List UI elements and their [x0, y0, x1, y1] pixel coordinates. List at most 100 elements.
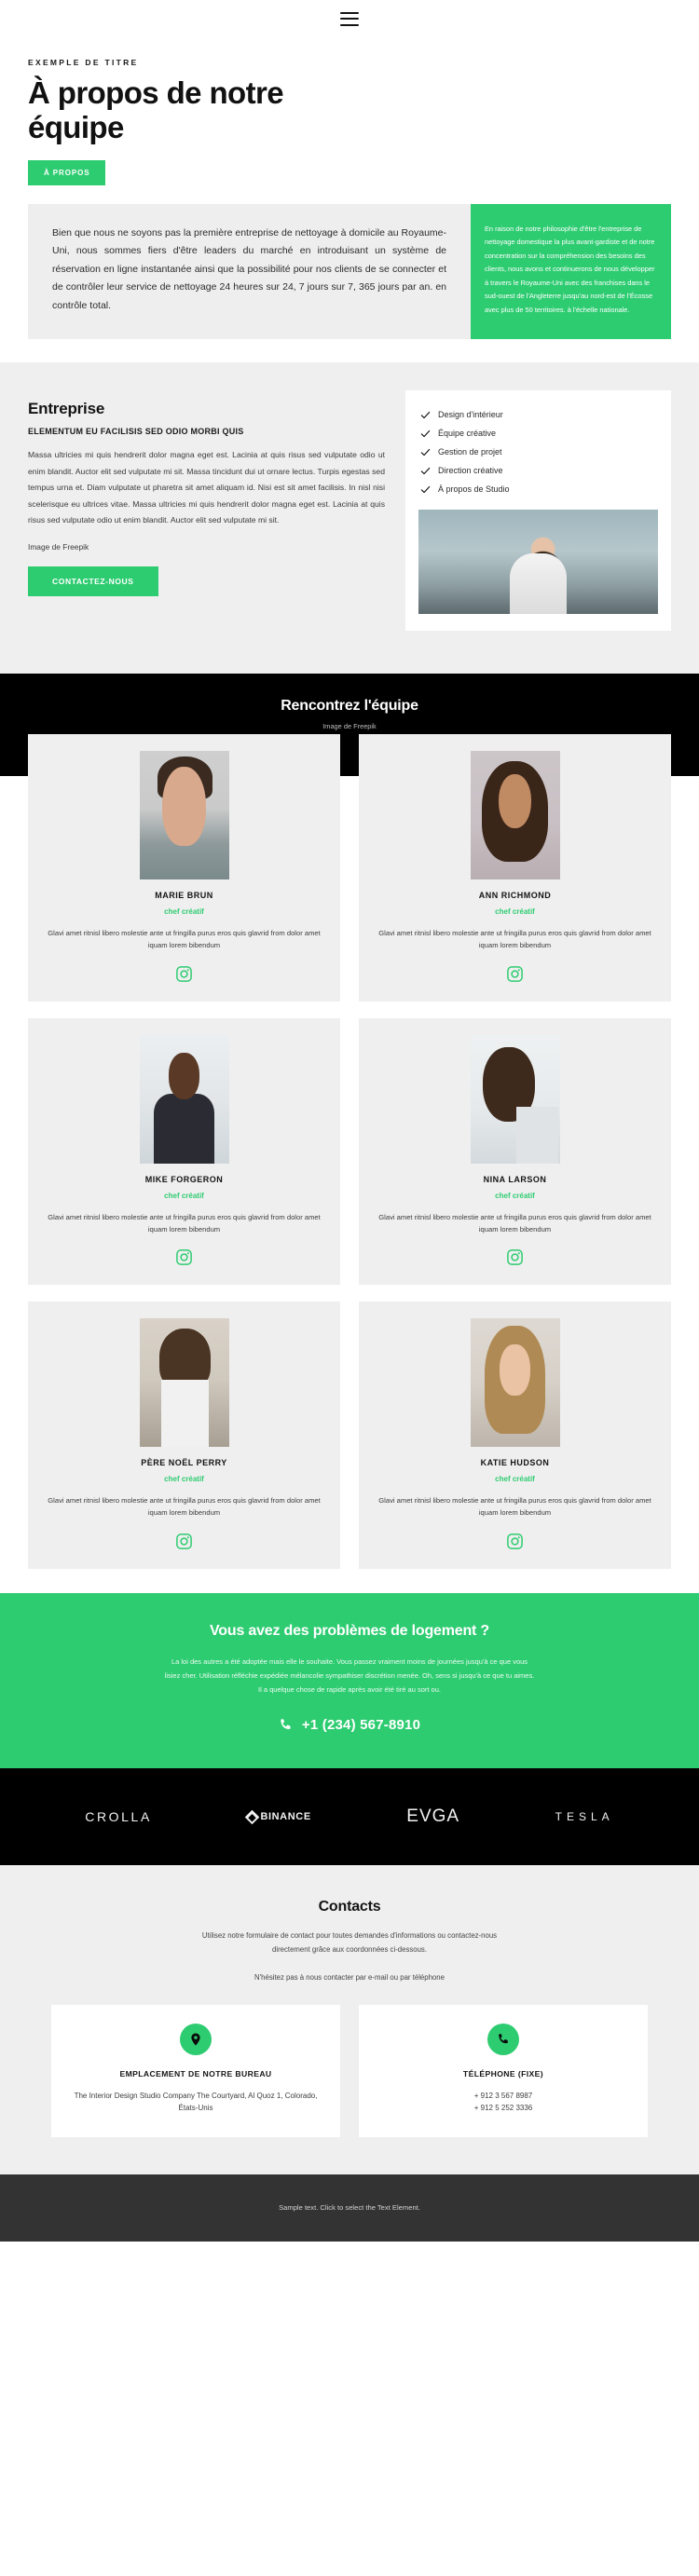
service-label: Équipe créative [438, 429, 497, 439]
check-icon [420, 448, 431, 456]
member-name: MARIE BRUN [155, 891, 213, 901]
member-name: MIKE FORGERON [144, 1174, 224, 1184]
member-bio: Glavi amet ritnisl libero molestie ante … [378, 1212, 651, 1233]
service-label: Design d'intérieur [438, 410, 503, 420]
burger-line [340, 23, 359, 26]
company-title: Entreprise [28, 400, 105, 418]
contacts-body-2: N'hésitez pas à nous contacter par e-mai… [254, 1972, 445, 1982]
member-role: chef créatif [495, 907, 535, 917]
service-label: À propos de Studio [438, 484, 510, 495]
intro-main-panel: Bien que nous ne soyons pas la première … [28, 203, 471, 340]
member-name: KATIE HUDSON [480, 1458, 550, 1468]
member-name: NINA LARSON [483, 1174, 547, 1184]
contact-phone-numbers: + 912 3 567 8987 + 912 5 252 3336 [473, 2091, 533, 2113]
check-icon [420, 485, 431, 493]
hero-eyebrow: EXEMPLE DE TITRE [28, 58, 139, 67]
team-title: Rencontrez l'équipe [281, 698, 418, 715]
table-row[interactable]: NINA LARSON chef créatif Glavi amet ritn… [359, 1017, 671, 1286]
logo-binance-label: BINANCE [260, 1811, 311, 1823]
team-section: Rencontrez l'équipe Image de Freepik [0, 674, 699, 735]
burger-line [340, 18, 359, 20]
cta-section: Vous avez des problèmes de logement ? La… [0, 1592, 699, 1769]
company-photo [418, 510, 658, 615]
member-role: chef créatif [164, 1475, 204, 1484]
contact-card-office[interactable]: EMPLACEMENT DE NOTRE BUREAU The Interior… [51, 2004, 340, 2137]
avatar [470, 1034, 560, 1164]
member-role: chef créatif [495, 1475, 535, 1484]
company-body-text: Massa ultricies mi quis hendrerit dolor … [28, 450, 385, 525]
table-row[interactable]: PÈRE NOËL PERRY chef créatif Glavi amet … [28, 1302, 340, 1569]
phone-icon [281, 1719, 291, 1730]
member-role: chef créatif [164, 907, 204, 917]
company-left-column: Entreprise ELEMENTUM EU FACILISIS SED OD… [28, 400, 405, 597]
avatar [470, 1318, 560, 1448]
instagram-icon[interactable] [506, 1248, 524, 1266]
table-row[interactable]: ANN RICHMOND chef créatif Glavi amet rit… [359, 734, 671, 1002]
about-button[interactable]: À PROPOS [28, 159, 106, 185]
team-header: Rencontrez l'équipe Image de Freepik [0, 698, 699, 734]
instagram-icon[interactable] [506, 965, 524, 983]
check-icon [420, 411, 431, 418]
intro-row: Bien que nous ne soyons pas la première … [28, 203, 671, 340]
list-item[interactable]: Gestion de projet [418, 443, 658, 461]
logo-binance[interactable]: BINANCE [245, 1809, 311, 1824]
contact-label: EMPLACEMENT DE NOTRE BUREAU [119, 2068, 272, 2079]
member-bio: Glavi amet ritnisl libero molestie ante … [48, 1212, 321, 1233]
table-row[interactable]: MIKE FORGERON chef créatif Glavi amet ri… [28, 1017, 340, 1286]
hamburger-menu-icon[interactable] [340, 11, 359, 26]
page-footer: Sample text. Click to select the Text El… [0, 2174, 699, 2242]
instagram-icon[interactable] [175, 1533, 193, 1550]
table-row[interactable]: KATIE HUDSON chef créatif Glavi amet rit… [359, 1302, 671, 1569]
contact-card-phone[interactable]: TÉLÉPHONE (FIXE) + 912 3 567 8987 + 912 … [359, 2004, 648, 2137]
contacts-section: Contacts Utilisez notre formulaire de co… [0, 1865, 699, 2174]
burger-line [340, 11, 359, 14]
list-item[interactable]: Design d'intérieur [418, 405, 658, 424]
logo-evga[interactable]: EVGA [406, 1806, 459, 1827]
intro-main-text: Bien que nous ne soyons pas la première … [52, 226, 446, 311]
member-bio: Glavi amet ritnisl libero molestie ante … [48, 929, 321, 950]
intro-aside-text: En raison de notre philosophie d'être l'… [485, 224, 655, 314]
footer-sample-text[interactable]: Sample text. Click to select the Text El… [279, 2203, 420, 2212]
table-row[interactable]: MARIE BRUN chef créatif Glavi amet ritni… [28, 734, 340, 1002]
member-bio: Glavi amet ritnisl libero molestie ante … [48, 1496, 321, 1518]
logo-crolla[interactable]: CROLLA [85, 1809, 152, 1824]
intro-wrap: Bien que nous ne soyons pas la première … [28, 203, 671, 340]
intro-aside-panel: En raison de notre philosophie d'être l'… [471, 203, 671, 340]
check-icon [420, 429, 431, 437]
member-role: chef créatif [495, 1191, 535, 1200]
company-row: Entreprise ELEMENTUM EU FACILISIS SED OD… [28, 390, 671, 632]
avatar [470, 751, 560, 880]
page-title: À propos de notre équipe [28, 75, 284, 144]
cta-body: La loi des autres a été adoptée mais ell… [164, 1656, 535, 1694]
instagram-icon[interactable] [506, 1533, 524, 1550]
avatar [139, 1034, 229, 1164]
company-image-credit: Image de Freepik [28, 542, 89, 552]
company-section: Entreprise ELEMENTUM EU FACILISIS SED OD… [0, 362, 699, 675]
map-pin-glyph [191, 2033, 200, 2046]
instagram-icon[interactable] [175, 965, 193, 983]
instagram-icon[interactable] [175, 1248, 193, 1266]
service-label: Gestion de projet [438, 447, 502, 457]
team-grid: MARIE BRUN chef créatif Glavi amet ritni… [28, 734, 671, 1593]
list-item[interactable]: Direction créative [418, 461, 658, 480]
cta-title: Vous avez des problèmes de logement ? [210, 1622, 489, 1639]
hero-section: EXEMPLE DE TITRE À propos de notre équip… [0, 37, 699, 340]
member-name: PÈRE NOËL PERRY [141, 1458, 227, 1468]
site-header [0, 0, 699, 37]
logo-tesla[interactable]: TESLA [555, 1810, 614, 1823]
binance-diamond-icon [245, 1809, 260, 1824]
list-item[interactable]: À propos de Studio [418, 480, 658, 498]
member-role: chef créatif [164, 1191, 204, 1200]
cta-phone-link[interactable]: +1 (234) 567-8910 [279, 1717, 420, 1733]
avatar [139, 1318, 229, 1448]
contacts-body-1: Utilisez notre formulaire de contact pou… [201, 1931, 498, 1955]
phone-icon [487, 2023, 519, 2055]
contact-us-button[interactable]: CONTACTEZ-NOUS [28, 566, 158, 597]
team-grid-wrap: MARIE BRUN chef créatif Glavi amet ritni… [0, 734, 699, 1593]
service-label: Direction créative [438, 466, 503, 476]
map-pin-icon [180, 2023, 212, 2055]
contact-cards: EMPLACEMENT DE NOTRE BUREAU The Interior… [51, 2004, 648, 2137]
company-services-card: Design d'intérieur Équipe créative Gesti… [405, 390, 671, 632]
partner-logos-strip: CROLLA BINANCE EVGA TESLA [0, 1768, 699, 1866]
list-item[interactable]: Équipe créative [418, 424, 658, 443]
